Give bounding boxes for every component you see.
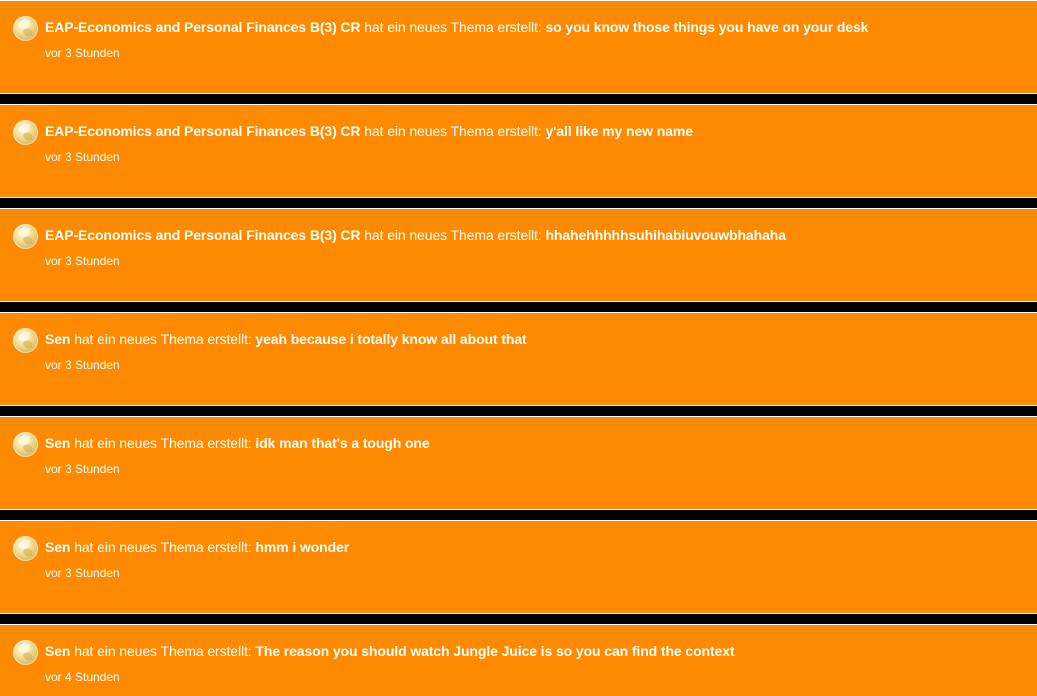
user-avatar-icon[interactable]: [13, 328, 38, 353]
feed-item[interactable]: Sen hat ein neues Thema erstellt: hmm i …: [0, 520, 1037, 614]
feed-item-headline: Sen hat ein neues Thema erstellt: idk ma…: [45, 435, 430, 451]
author-link[interactable]: Sen: [45, 331, 70, 347]
action-text: hat ein neues Thema erstellt:: [364, 123, 542, 139]
topic-title-link[interactable]: The reason you should watch Jungle Juice…: [255, 643, 734, 659]
feed-item-headline: Sen hat ein neues Thema erstellt: yeah b…: [45, 331, 527, 347]
feed-item[interactable]: Sen hat ein neues Thema erstellt: idk ma…: [0, 416, 1037, 510]
action-text: hat ein neues Thema erstellt:: [364, 227, 542, 243]
timestamp: vor 3 Stunden: [45, 254, 120, 268]
author-link[interactable]: EAP-Economics and Personal Finances B(3)…: [45, 123, 361, 139]
feed-item-headline: EAP-Economics and Personal Finances B(3)…: [45, 19, 868, 35]
feed-item[interactable]: Sen hat ein neues Thema erstellt: yeah b…: [0, 312, 1037, 406]
user-avatar-icon[interactable]: [13, 640, 38, 665]
user-avatar-icon[interactable]: [13, 432, 38, 457]
timestamp: vor 3 Stunden: [45, 462, 120, 476]
topic-title-link[interactable]: y'all like my new name: [545, 123, 693, 139]
user-avatar-icon[interactable]: [13, 536, 38, 561]
timestamp: vor 3 Stunden: [45, 358, 120, 372]
topic-title-link[interactable]: yeah because i totally know all about th…: [255, 331, 526, 347]
user-avatar-icon[interactable]: [13, 224, 38, 249]
feed-item-headline: Sen hat ein neues Thema erstellt: hmm i …: [45, 539, 349, 555]
action-text: hat ein neues Thema erstellt:: [74, 643, 252, 659]
action-text: hat ein neues Thema erstellt:: [364, 19, 542, 35]
author-link[interactable]: EAP-Economics and Personal Finances B(3)…: [45, 227, 361, 243]
user-avatar-icon[interactable]: [13, 16, 38, 41]
author-link[interactable]: Sen: [45, 435, 70, 451]
action-text: hat ein neues Thema erstellt:: [74, 539, 252, 555]
author-link[interactable]: EAP-Economics and Personal Finances B(3)…: [45, 19, 361, 35]
feed-item[interactable]: Sen hat ein neues Thema erstellt: The re…: [0, 624, 1037, 696]
feed-item[interactable]: EAP-Economics and Personal Finances B(3)…: [0, 104, 1037, 198]
action-text: hat ein neues Thema erstellt:: [74, 435, 252, 451]
activity-feed: EAP-Economics and Personal Finances B(3)…: [0, 0, 1037, 696]
feed-item-headline: EAP-Economics and Personal Finances B(3)…: [45, 227, 786, 243]
topic-title-link[interactable]: idk man that's a tough one: [255, 435, 429, 451]
user-avatar-icon[interactable]: [13, 120, 38, 145]
feed-item[interactable]: EAP-Economics and Personal Finances B(3)…: [0, 0, 1037, 94]
feed-item-headline: Sen hat ein neues Thema erstellt: The re…: [45, 643, 735, 659]
timestamp: vor 4 Stunden: [45, 670, 120, 684]
feed-item-headline: EAP-Economics and Personal Finances B(3)…: [45, 123, 693, 139]
timestamp: vor 3 Stunden: [45, 150, 120, 164]
topic-title-link[interactable]: hhahehhhhhsuhihabiuvouwbhahaha: [545, 227, 786, 243]
topic-title-link[interactable]: hmm i wonder: [255, 539, 349, 555]
timestamp: vor 3 Stunden: [45, 46, 120, 60]
timestamp: vor 3 Stunden: [45, 566, 120, 580]
action-text: hat ein neues Thema erstellt:: [74, 331, 252, 347]
author-link[interactable]: Sen: [45, 539, 70, 555]
author-link[interactable]: Sen: [45, 643, 70, 659]
topic-title-link[interactable]: so you know those things you have on you…: [545, 19, 868, 35]
feed-item[interactable]: EAP-Economics and Personal Finances B(3)…: [0, 208, 1037, 302]
